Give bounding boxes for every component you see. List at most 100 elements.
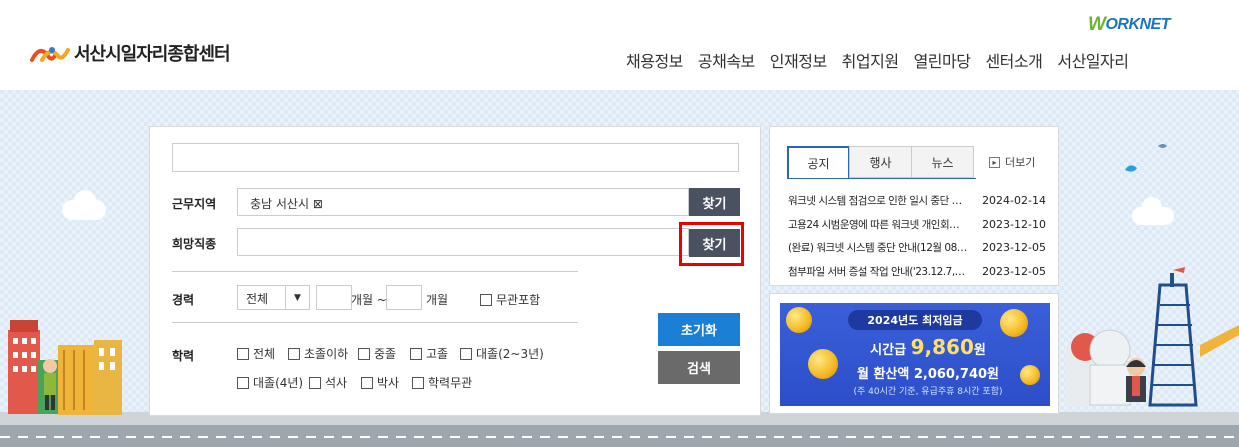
nav-item-center-intro[interactable]: 센터소개: [985, 48, 1042, 72]
edu-option-label: 대졸(2~3년): [476, 347, 544, 361]
tab-underline: [788, 178, 976, 179]
career-any-checkbox[interactable]: 무관포함: [480, 291, 540, 308]
edu-option-label: 초졸이하: [304, 347, 349, 361]
banner-hourly-prefix: 시간급: [870, 343, 907, 358]
notice-date: 2024-02-14: [982, 194, 1046, 208]
checkbox-icon: [412, 376, 424, 389]
site-logo[interactable]: 서산시일자리종합센터: [30, 40, 231, 66]
checkbox-icon: [410, 347, 422, 360]
career-any-label: 무관포함: [496, 293, 541, 307]
banner-title: 2024년도 최저임금: [848, 310, 982, 330]
edu-checkbox-university[interactable]: 대졸(4년): [237, 374, 303, 391]
education-label: 학력: [172, 349, 195, 363]
checkbox-icon: [460, 347, 472, 360]
tab-events[interactable]: 행사: [849, 146, 912, 178]
career-months-from-input[interactable]: [316, 285, 352, 310]
edu-checkbox-master[interactable]: 석사: [309, 374, 347, 391]
divider-2: [172, 322, 578, 323]
nav-item-job-support[interactable]: 취업지원: [842, 48, 899, 72]
notice-panel: 공지 행사 뉴스 ▸ 더보기 워크넷 시스템 점검으로 인한 일시 중단 안..…: [769, 126, 1059, 286]
notice-title: 첨부파일 서버 증설 작업 안내('23.12.7, 01:...: [788, 265, 968, 278]
notice-tabs: 공지 행사 뉴스: [787, 146, 974, 179]
banner-note: (주 40시간 기준, 유급주휴 8시간 포함): [853, 387, 1003, 397]
nav-item-talent-info[interactable]: 인재정보: [770, 48, 827, 72]
nav-item-public-recruit[interactable]: 공채속보: [698, 48, 755, 72]
edu-option-label: 박사: [377, 376, 400, 390]
career-months-to-input[interactable]: [386, 285, 422, 310]
more-link[interactable]: ▸ 더보기: [989, 154, 1035, 170]
checkbox-icon: [237, 376, 249, 389]
edu-option-label: 석사: [325, 376, 348, 390]
edu-option-label: 대졸(4년): [253, 376, 304, 390]
edu-checkbox-any[interactable]: 학력무관: [412, 374, 472, 391]
search-button[interactable]: 검색: [658, 351, 740, 384]
notice-date: 2023-12-05: [982, 241, 1046, 255]
edu-option-label: 전체: [253, 347, 276, 361]
cloud-right-top: [1142, 197, 1162, 217]
logo-text: 서산시일자리종합센터: [74, 44, 231, 65]
edu-checkbox-doctor[interactable]: 박사: [361, 374, 399, 391]
edu-checkbox-high[interactable]: 고졸: [410, 345, 448, 362]
nav-item-job-info[interactable]: 채용정보: [626, 48, 683, 72]
coin-icon: [1000, 309, 1028, 337]
logo-mark-icon: [30, 42, 70, 64]
worknet-logo-w: W: [1088, 14, 1106, 35]
job-type-label: 희망직종: [172, 237, 217, 251]
industrial-right-icon: [1065, 267, 1239, 407]
banner-hourly: 시간급 9,860원: [780, 335, 1050, 359]
edu-checkbox-middle[interactable]: 중졸: [358, 345, 396, 362]
nav-item-seosan-jobs[interactable]: 서산일자리: [1057, 48, 1129, 72]
edu-option-label: 중졸: [374, 347, 397, 361]
highlight-box: [679, 222, 744, 266]
region-find-button[interactable]: 찾기: [689, 188, 740, 216]
checkbox-icon: [288, 347, 300, 360]
birds-icon: [1125, 144, 1167, 172]
tab-news[interactable]: 뉴스: [911, 146, 974, 178]
minimum-wage-banner[interactable]: 2024년도 최저임금 시간급 9,860원 월 환산액 2,060,740원 …: [780, 303, 1050, 406]
career-select[interactable]: 전체 ▼: [237, 285, 310, 310]
career-months-end: 개월: [426, 293, 449, 307]
worknet-logo-text: ORKNET: [1105, 16, 1170, 33]
banner-hourly-value: 9,860: [910, 335, 974, 359]
checkbox-icon: [237, 347, 249, 360]
checkbox-icon: [358, 347, 370, 360]
reset-button[interactable]: 초기화: [658, 313, 740, 346]
edu-checkbox-elementary[interactable]: 초졸이하: [288, 345, 348, 362]
list-item[interactable]: 첨부파일 서버 증설 작업 안내('23.12.7, 01:... 2023-1…: [788, 260, 1046, 284]
main-nav: 채용정보 공채속보 인재정보 취업지원 열린마당 센터소개 서산일자리: [626, 48, 1129, 72]
coin-icon: [786, 307, 812, 333]
tab-notice[interactable]: 공지: [787, 146, 850, 179]
notice-date: 2023-12-05: [982, 264, 1046, 278]
banner-monthly: 월 환산액 2,060,740원: [856, 367, 1000, 382]
cloud-left-top: [74, 190, 96, 212]
notice-list: 워크넷 시스템 점검으로 인한 일시 중단 안... 2024-02-14 고용…: [788, 189, 1046, 283]
banner-panel: 2024년도 최저임금 시간급 9,860원 월 환산액 2,060,740원 …: [769, 293, 1059, 414]
edu-checkbox-all[interactable]: 전체: [237, 345, 275, 362]
notice-title: 고용24 시범운영에 따른 워크넷 개인회원 ...: [788, 218, 968, 231]
keyword-search-input[interactable]: [172, 143, 739, 172]
edu-option-label: 학력무관: [428, 376, 473, 390]
list-item[interactable]: (완료) 워크넷 시스템 중단 안내(12월 08일... 2023-12-05: [788, 236, 1046, 260]
checkbox-icon: [361, 376, 373, 389]
divider-1: [172, 271, 578, 272]
career-select-value: 전체: [246, 292, 269, 306]
list-item[interactable]: 워크넷 시스템 점검으로 인한 일시 중단 안... 2024-02-14: [788, 189, 1046, 213]
region-label: 근무지역: [172, 197, 217, 211]
edu-checkbox-college[interactable]: 대졸(2~3년): [460, 345, 544, 362]
notice-title: 워크넷 시스템 점검으로 인한 일시 중단 안...: [788, 195, 968, 208]
chevron-right-icon: ▸: [989, 156, 1000, 168]
nav-item-open-forum[interactable]: 열린마당: [914, 48, 971, 72]
header: 서산시일자리종합센터 W ORKNET 채용정보 공채속보 인재정보 취업지원 열…: [0, 0, 1239, 90]
worknet-logo[interactable]: W ORKNET: [1088, 14, 1170, 36]
list-item[interactable]: 고용24 시범운영에 따른 워크넷 개인회원 ... 2023-12-10: [788, 213, 1046, 237]
checkbox-icon: [309, 376, 321, 389]
road-strip: [0, 425, 1239, 447]
region-field[interactable]: 충남 서산시 ⊠: [237, 188, 689, 216]
career-label: 경력: [172, 293, 195, 307]
notice-date: 2023-12-10: [982, 217, 1046, 231]
checkbox-icon: [480, 293, 492, 306]
career-months-sep: 개월 ~: [351, 293, 387, 307]
job-type-field[interactable]: [237, 228, 689, 256]
city-buildings-left-icon: [8, 320, 122, 415]
notice-title: (완료) 워크넷 시스템 중단 안내(12월 08일...: [788, 242, 968, 255]
